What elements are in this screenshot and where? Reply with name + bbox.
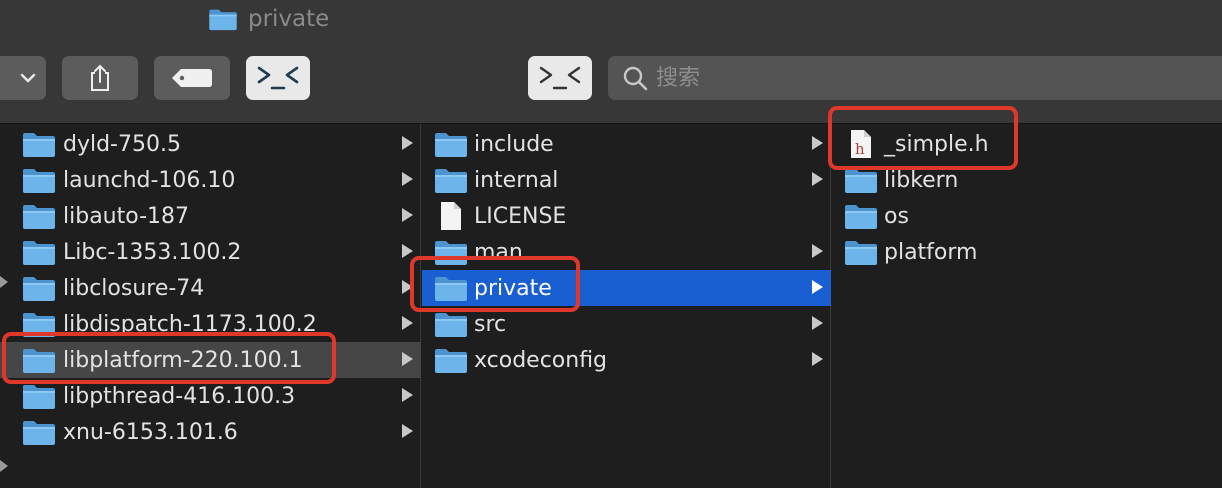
item-label: src (474, 311, 507, 337)
disclosure-arrow-icon (812, 280, 823, 294)
disclosure-arrow-icon (402, 172, 413, 186)
search-field[interactable] (608, 56, 1222, 100)
disclosure-arrow-icon (402, 352, 413, 366)
disclosure-arrow-icon (812, 352, 823, 366)
item-label: dyld-750.5 (63, 131, 181, 157)
annotation-box (410, 256, 580, 312)
chevron-down-icon (20, 73, 36, 83)
folder-icon (434, 130, 468, 158)
search-icon (623, 66, 648, 91)
terminal-face-icon (257, 66, 299, 90)
folder-icon (22, 382, 56, 410)
folder-icon (844, 202, 878, 230)
disclosure-arrow-icon (402, 388, 413, 402)
view-options-button[interactable] (0, 56, 46, 100)
item-label: libkern (884, 167, 959, 193)
folder-icon (22, 418, 56, 446)
disclosure-arrow-icon (402, 136, 413, 150)
folder-icon (22, 274, 56, 302)
disclosure-arrow-icon (402, 244, 413, 258)
folder-icon (434, 166, 468, 194)
window-title: private (208, 4, 329, 34)
list-item[interactable]: LICENSE (422, 198, 831, 234)
folder-icon (208, 7, 238, 31)
disclosure-arrow-icon (812, 244, 823, 258)
list-item[interactable]: include (422, 126, 831, 162)
window-title-text: private (248, 6, 330, 32)
column-1: dyld-750.5 launchd-106.10 libauto-187 Li… (0, 124, 421, 488)
tag-icon (172, 69, 212, 87)
disclosure-arrow-icon (402, 424, 413, 438)
search-input[interactable] (656, 65, 1156, 91)
share-icon (91, 64, 109, 91)
toolbar: private (0, 0, 1222, 124)
list-item[interactable]: Libc-1353.100.2 (0, 234, 421, 270)
item-label: libauto-187 (63, 203, 190, 229)
item-label: LICENSE (474, 203, 567, 229)
folder-icon (22, 238, 56, 266)
folder-icon (844, 166, 878, 194)
list-item[interactable]: xcodeconfig (422, 342, 831, 378)
disclosure-arrow-icon (0, 460, 8, 472)
item-label: xnu-6153.101.6 (63, 419, 238, 445)
item-label: libpthread-416.100.3 (63, 383, 296, 409)
list-item[interactable]: os (832, 198, 1222, 234)
disclosure-arrow-icon (402, 316, 413, 330)
list-item[interactable]: dyld-750.5 (0, 126, 421, 162)
item-label: internal (474, 167, 559, 193)
open-terminal-button[interactable] (246, 56, 310, 100)
folder-icon (844, 238, 878, 266)
list-item[interactable]: launchd-106.10 (0, 162, 421, 198)
annotation-box (828, 106, 1018, 170)
terminal-face-icon (539, 66, 581, 90)
folder-icon (22, 202, 56, 230)
column-3: h _simple.h libkern os platform (832, 124, 1222, 488)
folder-icon (434, 346, 468, 374)
list-item[interactable]: libauto-187 (0, 198, 421, 234)
list-item[interactable]: internal (422, 162, 831, 198)
disclosure-arrow-icon (812, 316, 823, 330)
folder-icon (22, 130, 56, 158)
annotation-box (2, 332, 336, 384)
item-label: libclosure-74 (63, 275, 205, 301)
tag-button[interactable] (154, 56, 230, 100)
list-item[interactable]: platform (832, 234, 1222, 270)
disclosure-arrow-icon (812, 172, 823, 186)
item-label: launchd-106.10 (63, 167, 236, 193)
item-label: include (474, 131, 554, 157)
share-button[interactable] (62, 56, 138, 100)
disclosure-arrow-icon (402, 208, 413, 222)
disclosure-arrow-icon (812, 136, 823, 150)
list-item[interactable]: xnu-6153.101.6 (0, 414, 421, 450)
folder-icon (434, 310, 468, 338)
list-item[interactable]: libclosure-74 (0, 270, 421, 306)
terminal-face-button[interactable] (528, 56, 592, 100)
item-label: platform (884, 239, 978, 265)
document-icon (434, 202, 468, 230)
item-label: Libc-1353.100.2 (63, 239, 242, 265)
item-label: xcodeconfig (474, 347, 608, 373)
item-label: os (884, 203, 909, 229)
folder-icon (22, 166, 56, 194)
